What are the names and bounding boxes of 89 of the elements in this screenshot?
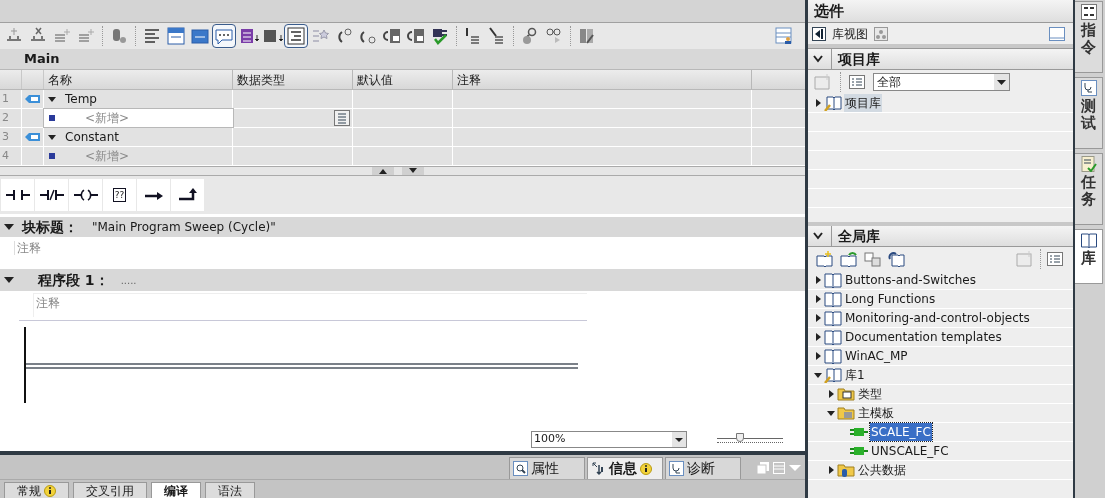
collapse-arrow-icon[interactable] (48, 95, 56, 103)
folder-icon (837, 387, 855, 401)
section-header[interactable]: 全局库 (808, 226, 1073, 247)
row-number: 3 (2, 128, 9, 145)
expand-arrow-icon[interactable] (814, 295, 822, 303)
zoom-dropdown[interactable]: 100% (531, 430, 687, 448)
bottom-tab[interactable]: 编译 (151, 482, 201, 498)
row-number: 2 (2, 109, 9, 126)
book-icon (1080, 232, 1097, 248)
info-arrows-icon (591, 461, 606, 476)
network-label: 程序段 1： (38, 270, 109, 290)
window-icon[interactable] (165, 25, 187, 47)
side-tab[interactable]: 指令 (1075, 1, 1103, 73)
tree-item[interactable]: Monitoring-and-control-objects (844, 309, 1031, 327)
square-bullet-icon (49, 115, 55, 121)
side-tab[interactable]: 库 (1075, 229, 1103, 284)
expand-arrow-icon[interactable] (814, 352, 822, 360)
square-bullet-icon (49, 153, 55, 159)
expand-arrow-icon[interactable] (814, 99, 822, 107)
zoom-slider[interactable] (717, 433, 783, 445)
column-header[interactable]: 名称 (48, 70, 72, 89)
comment-field[interactable]: 注释 (14, 241, 41, 255)
tree-item[interactable]: UNSCALE_FC (870, 442, 950, 460)
expand-arrow-icon[interactable] (814, 276, 822, 284)
collapse-arrow-icon[interactable] (4, 223, 14, 231)
list-view-icon[interactable] (849, 75, 865, 89)
folder-icon (837, 463, 855, 477)
comment-field[interactable]: 注释 (33, 293, 587, 317)
expand-arrow-icon[interactable] (814, 333, 822, 341)
panel-icon[interactable] (1049, 26, 1065, 41)
window-user-icon[interactable] (774, 26, 794, 46)
save-windows-icon[interactable] (864, 251, 882, 267)
function-block-icon (850, 427, 868, 437)
panel-title: 选件 (814, 0, 844, 22)
bottom-tab[interactable]: 常规 (4, 482, 69, 498)
collapse-arrow-icon[interactable] (814, 371, 822, 379)
book-refresh-icon[interactable] (888, 251, 906, 267)
variable-name[interactable]: Temp (65, 90, 97, 108)
inspector-tab[interactable]: 信息 (587, 457, 663, 479)
collapse-arrow-icon[interactable] (827, 409, 835, 417)
book-arrow-icon[interactable] (840, 251, 858, 267)
column-header[interactable]: 数据类型 (237, 70, 285, 89)
inspector-tab[interactable]: 属性 (509, 457, 585, 479)
book-sparkle-icon[interactable] (816, 251, 834, 267)
tree-item[interactable]: 公共数据 (857, 461, 907, 479)
list-picker-icon[interactable] (334, 110, 350, 126)
side-tab[interactable]: 测试 (1075, 77, 1103, 149)
collapse-arrow-icon[interactable] (4, 276, 14, 284)
block-title-text[interactable]: "Main Program Sweep (Cycle)" (92, 218, 276, 236)
section-header[interactable]: 项目库 (808, 49, 1073, 70)
expand-arrow-icon[interactable] (814, 314, 822, 322)
tree-item[interactable]: SCALE_FC (870, 423, 932, 441)
tree-item[interactable]: Buttons-and-Switches (844, 271, 977, 289)
list-icon[interactable] (285, 25, 307, 47)
side-tab[interactable]: 任务 (1075, 153, 1103, 225)
tag-icon (24, 132, 41, 142)
inspector-tab[interactable]: 诊断 (665, 457, 741, 479)
block-title-label: 块标题： (22, 217, 78, 237)
column-header[interactable]: 默认值 (357, 70, 393, 89)
expand-arrow-icon[interactable] (827, 466, 835, 474)
tree-item[interactable]: 主模板 (857, 404, 895, 422)
tree-item[interactable]: 类型 (857, 385, 883, 403)
folder-icon (837, 406, 855, 420)
collapse-arrow-icon[interactable] (48, 133, 56, 141)
checklist-icon (1080, 156, 1097, 172)
network-title[interactable]: ..... (120, 272, 137, 288)
tag-icon (24, 94, 41, 104)
row-number: 4 (2, 147, 9, 164)
tree-item[interactable]: 库1 (844, 366, 866, 384)
tree-item[interactable]: 项目库 (844, 94, 882, 112)
tree-item[interactable]: Long Functions (844, 290, 937, 308)
column-header[interactable]: 注释 (457, 70, 481, 89)
bottom-tab[interactable]: 交叉引用 (73, 482, 147, 498)
library-view-link[interactable]: 库视图 (832, 24, 868, 43)
expand-arrow-icon[interactable] (827, 390, 835, 398)
magnifier-icon (513, 461, 528, 476)
comment-icon[interactable] (213, 25, 235, 47)
bottom-tab[interactable]: 语法 (205, 482, 255, 498)
grid-icon (1080, 4, 1097, 20)
slider-thumb[interactable] (736, 433, 745, 442)
function-block-icon (850, 446, 868, 456)
tree-item[interactable]: WinAC_MP (844, 347, 909, 365)
list-view-icon[interactable] (1047, 252, 1063, 266)
filter-dropdown[interactable]: 全部 (873, 73, 1010, 91)
block-name: Main (24, 50, 60, 69)
variable-name[interactable]: Constant (65, 128, 119, 146)
tree-item[interactable]: Documentation templates (844, 328, 1003, 346)
empty-box-icon[interactable]: ?? (112, 188, 127, 202)
row-number: 1 (2, 90, 9, 107)
